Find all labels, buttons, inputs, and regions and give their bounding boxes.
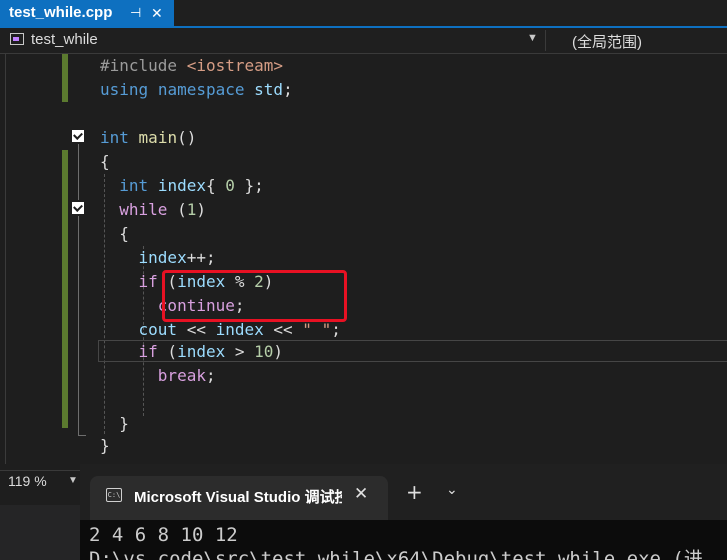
change-indicator xyxy=(62,54,68,102)
punctuation: ; xyxy=(205,366,216,385)
console-window: C:\ Microsoft Visual Studio 调试控制台 ✕ + ⌄ … xyxy=(80,464,727,560)
console-output-line: D:\vs code\src\test_while\x64\Debug\test… xyxy=(89,548,703,560)
collapse-main-icon[interactable] xyxy=(72,130,84,142)
function-name: main xyxy=(138,128,178,147)
code-line-4[interactable]: int main() xyxy=(100,126,196,150)
include-directive: #include xyxy=(100,56,178,75)
code-line-2[interactable]: using namespace std; xyxy=(100,78,293,102)
code-line-9[interactable]: index++; xyxy=(100,246,216,270)
code-line-5[interactable]: { xyxy=(100,150,110,174)
fold-region-line xyxy=(78,216,79,436)
keyword: if xyxy=(138,272,158,291)
console-tab[interactable]: C:\ Microsoft Visual Studio 调试控制台 ✕ xyxy=(90,476,388,520)
code-line-7[interactable]: while (1) xyxy=(100,198,206,222)
code-editor[interactable]: #include <iostream> using namespace std;… xyxy=(0,54,727,464)
project-icon xyxy=(10,33,24,45)
console-output-line: 2 4 6 8 10 12 xyxy=(89,524,238,546)
number-literal: 0 xyxy=(225,176,235,195)
console-tab-bar: C:\ Microsoft Visual Studio 调试控制台 ✕ + ⌄ xyxy=(80,464,727,520)
code-line-16[interactable]: } xyxy=(100,412,129,436)
operator: << xyxy=(177,320,216,339)
collapse-while-icon[interactable] xyxy=(72,202,84,214)
string-literal: " " xyxy=(302,320,332,339)
fold-region-end xyxy=(78,435,86,436)
close-icon[interactable]: ✕ xyxy=(354,484,368,504)
variable: index xyxy=(157,176,206,195)
punctuation: ) xyxy=(196,200,206,219)
keyword: using xyxy=(100,80,149,99)
keyword: namespace xyxy=(157,80,245,99)
code-line-8[interactable]: { xyxy=(100,222,129,246)
navigation-bar: test_while ▼ (全局范围) xyxy=(0,28,727,54)
punctuation: } xyxy=(119,414,129,433)
operator: << xyxy=(263,320,303,339)
punctuation: ( xyxy=(157,342,178,361)
console-icon: C:\ xyxy=(106,488,122,502)
navbar-divider xyxy=(545,30,546,51)
operator: ++; xyxy=(186,248,216,267)
variable: index xyxy=(177,342,226,361)
code-line-14[interactable]: break; xyxy=(100,364,216,388)
include-header: <iostream> xyxy=(186,56,284,75)
object-name: cout xyxy=(138,320,178,339)
keyword: if xyxy=(138,342,158,361)
global-scope-dropdown[interactable]: (全局范围) xyxy=(572,31,642,52)
number-literal: 1 xyxy=(186,200,197,219)
number-literal: 10 xyxy=(254,342,274,361)
punctuation: ( xyxy=(167,200,187,219)
keyword: break xyxy=(157,366,206,385)
project-scope-dropdown[interactable]: test_while xyxy=(31,31,98,48)
punctuation: { xyxy=(205,176,226,195)
punctuation: }; xyxy=(234,176,264,195)
chevron-down-icon[interactable]: ▼ xyxy=(527,32,538,44)
operator: > xyxy=(225,342,255,361)
code-line-1[interactable]: #include <iostream> xyxy=(100,54,283,78)
keyword: while xyxy=(119,200,168,219)
editor-status-bar: 119 % ▼ xyxy=(0,470,80,493)
punctuation: ; xyxy=(283,80,293,99)
keyword: int xyxy=(119,176,149,195)
code-line-13[interactable]: if (index > 10) xyxy=(100,340,284,364)
console-tab-title: Microsoft Visual Studio 调试控制台 xyxy=(134,489,342,506)
chevron-down-icon[interactable]: ⌄ xyxy=(446,482,458,498)
variable: index xyxy=(215,320,264,339)
chevron-down-icon[interactable]: ▼ xyxy=(68,475,78,486)
keyword: int xyxy=(100,128,129,147)
variable: index xyxy=(138,248,187,267)
highlight-annotation-box xyxy=(162,270,347,322)
fold-region-line xyxy=(78,144,79,200)
margin-line xyxy=(5,54,6,464)
code-line-17[interactable]: } xyxy=(100,434,110,458)
punctuation: ; xyxy=(331,320,341,339)
console-output[interactable]: 2 4 6 8 10 12 D:\vs code\src\test_while\… xyxy=(80,520,727,560)
close-tab-icon[interactable]: ✕ xyxy=(151,0,163,26)
zoom-level-dropdown[interactable]: 119 % xyxy=(8,473,47,489)
new-tab-icon[interactable]: + xyxy=(406,482,423,502)
document-tab-filename: test_while.cpp xyxy=(9,4,113,21)
horizontal-scroll-area[interactable] xyxy=(0,505,80,560)
code-line-6[interactable]: int index{ 0 }; xyxy=(100,174,264,198)
document-tab[interactable]: test_while.cpp ⊣ ✕ xyxy=(0,0,174,26)
namespace-name: std xyxy=(254,80,284,99)
change-indicator xyxy=(62,150,68,428)
punctuation: { xyxy=(119,224,129,243)
pin-icon[interactable]: ⊣ xyxy=(130,0,141,26)
punctuation: ) xyxy=(273,342,284,361)
punctuation: () xyxy=(177,128,197,147)
document-tab-bar: test_while.cpp ⊣ ✕ xyxy=(0,0,727,28)
